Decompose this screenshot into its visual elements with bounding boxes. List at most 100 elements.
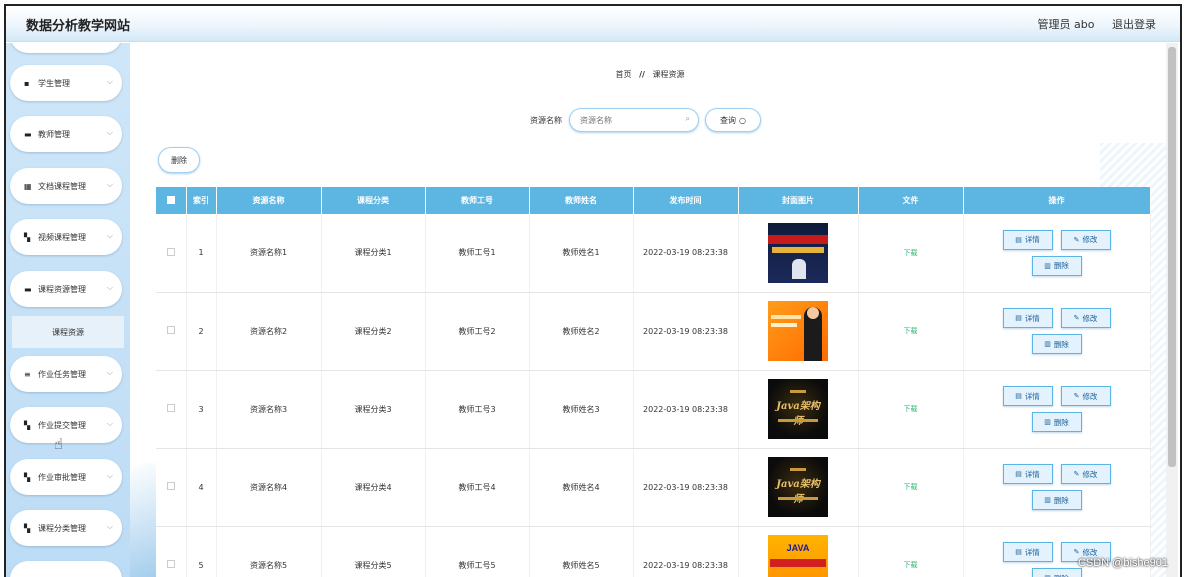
- delete-button[interactable]: ▥删除: [1031, 255, 1082, 276]
- sidebar-item-label: 课程资源管理: [38, 284, 86, 294]
- sidebar-item-teacher[interactable]: ▬ 教师管理 ⌵: [10, 116, 122, 152]
- sidebar-item-course-category[interactable]: ▚ 课程分类管理 ⌵: [10, 510, 122, 546]
- delete-button[interactable]: ▥删除: [1031, 412, 1082, 432]
- row-checkbox[interactable]: [166, 560, 175, 568]
- time-cell: 2022-03-19 08:23:38: [633, 448, 739, 527]
- cover-image[interactable]: Java架构师: [768, 379, 828, 439]
- edit-button[interactable]: ✎ 修改: [1060, 229, 1111, 250]
- row-checkbox[interactable]: [166, 247, 175, 256]
- chevron-down-icon: ⌵: [106, 283, 113, 292]
- edit-label: 修改: [1082, 391, 1098, 401]
- column-header: 索引: [186, 187, 217, 214]
- teacher-id-cell: 教师工号2: [425, 292, 530, 371]
- sidebar-item-assignment-submit[interactable]: ▚ 作业提交管理 ⌵: [10, 407, 122, 443]
- name-cell: 资源名称1: [216, 214, 322, 293]
- document-icon: ▤: [1015, 470, 1022, 478]
- row-checkbox-cell: [156, 448, 187, 527]
- app-window: 数据分析教学网站 管理员 abo 退出登录 ▪ 学生管理 ⌵ ▬ 教师管理 ⌵ …: [4, 4, 1182, 577]
- row-checkbox[interactable]: [166, 404, 175, 412]
- cover-image[interactable]: [768, 222, 828, 283]
- category-cell: 课程分类4: [321, 448, 426, 527]
- file-cell: 下载: [858, 448, 964, 527]
- download-link[interactable]: 下载: [904, 327, 918, 335]
- sidebar-item-partial[interactable]: [10, 43, 122, 53]
- column-header: 发布时间: [633, 187, 739, 214]
- edit-button[interactable]: ✎ 修改: [1060, 386, 1111, 406]
- table-row: 3 资源名称3 课程分类3 教师工号3 教师姓名3 2022-03-19 08:…: [156, 370, 1151, 449]
- row-checkbox[interactable]: [166, 482, 175, 490]
- sidebar-item-video-course[interactable]: ▚ 视频课程管理 ⌵: [10, 219, 122, 255]
- column-header: 教师工号: [425, 187, 530, 214]
- download-link[interactable]: 下载: [904, 249, 918, 257]
- document-icon: ▤: [1015, 392, 1022, 400]
- delete-button[interactable]: ▥删除: [1031, 490, 1082, 510]
- edit-button[interactable]: ✎ 修改: [1060, 308, 1111, 328]
- download-link[interactable]: 下载: [904, 483, 918, 491]
- scrollbar-thumb[interactable]: [1168, 47, 1176, 467]
- teacher-name-cell: 教师姓名2: [529, 292, 634, 371]
- delete-button[interactable]: ▥删除: [1031, 568, 1082, 577]
- admin-label: 管理员 abo: [1037, 18, 1095, 31]
- sidebar-item-assignment-task[interactable]: ≡ 作业任务管理 ⌵: [10, 356, 122, 392]
- vertical-scrollbar[interactable]: [1166, 43, 1178, 577]
- document-icon: ▤: [1015, 314, 1022, 322]
- pencil-icon: ✎: [1073, 314, 1080, 322]
- edit-label: 修改: [1082, 235, 1098, 245]
- edit-button[interactable]: ✎ 修改: [1060, 464, 1111, 484]
- detail-button[interactable]: ▤ 详情: [1002, 308, 1053, 328]
- edit-label: 修改: [1082, 547, 1098, 557]
- sidebar-item-doc-course[interactable]: ▦ 文档课程管理 ⌵: [10, 168, 122, 204]
- sidebar-item-assignment-approve[interactable]: ▚ 作业审批管理 ⌵: [10, 459, 122, 495]
- detail-button[interactable]: ▤ 详情: [1002, 542, 1053, 562]
- row-checkbox[interactable]: [166, 326, 175, 334]
- sidebar-subitem-course-resource[interactable]: 课程资源: [12, 316, 124, 348]
- cover-image[interactable]: [768, 301, 828, 361]
- name-cell: 资源名称5: [216, 526, 322, 577]
- delete-label: 删除: [1053, 261, 1069, 271]
- table-row: 4 资源名称4 课程分类4 教师工号4 教师姓名4 2022-03-19 08:…: [156, 448, 1151, 527]
- table-row: 5 资源名称5 课程分类5 教师工号5 教师姓名5 2022-03-19 08:…: [156, 526, 1151, 577]
- time-cell: 2022-03-19 08:23:38: [633, 214, 739, 293]
- apps-icon: ▚: [24, 232, 31, 242]
- sidebar-item-course-resource[interactable]: ▬ 课程资源管理 ⌵: [10, 271, 122, 307]
- apps-icon: ▚: [24, 523, 31, 533]
- row-checkbox-cell: [156, 214, 187, 293]
- time-cell: 2022-03-19 08:23:38: [633, 526, 739, 577]
- file-cell: 下载: [858, 292, 964, 371]
- watermark: CSDN @bishe901: [1077, 557, 1168, 569]
- breadcrumb-home[interactable]: 首页: [616, 70, 632, 79]
- sidebar-item-label: 视频课程管理: [38, 232, 86, 242]
- search-icon: ○: [739, 115, 746, 125]
- table-header-row: 索引 资源名称 课程分类 教师工号 教师姓名 发布时间 封面图片 文件 操作: [156, 187, 1151, 214]
- index-cell: 1: [186, 214, 217, 293]
- batch-delete-button[interactable]: 删除: [158, 147, 200, 173]
- row-checkbox-cell: [156, 370, 187, 449]
- query-button[interactable]: 查询 ○: [705, 108, 761, 132]
- detail-button[interactable]: ▤ 详情: [1002, 229, 1053, 250]
- detail-label: 详情: [1024, 547, 1040, 557]
- cover-cell: Java架构师: [738, 448, 859, 527]
- detail-button[interactable]: ▤ 详情: [1002, 386, 1053, 406]
- name-cell: 资源名称4: [216, 448, 322, 527]
- cover-image[interactable]: JAVA: [768, 535, 828, 577]
- briefcase-icon: ▬: [24, 129, 32, 139]
- download-link[interactable]: 下载: [904, 405, 918, 413]
- breadcrumb: 首页 // 课程资源: [130, 69, 1170, 80]
- cover-decoration: [778, 419, 818, 422]
- delete-label: 删除: [1053, 417, 1069, 427]
- select-all-checkbox[interactable]: [166, 195, 175, 204]
- sidebar-item-partial-bottom[interactable]: [10, 561, 122, 577]
- download-link[interactable]: 下载: [904, 561, 918, 569]
- cover-decoration: [790, 461, 806, 471]
- sidebar-item-student[interactable]: ▪ 学生管理 ⌵: [10, 65, 122, 101]
- search-input[interactable]: [569, 108, 699, 132]
- logout-link[interactable]: 退出登录: [1112, 18, 1156, 31]
- detail-button[interactable]: ▤ 详情: [1002, 464, 1053, 484]
- detail-label: 详情: [1024, 313, 1040, 323]
- file-cell: 下载: [858, 526, 964, 577]
- cover-decoration: [771, 323, 797, 327]
- delete-label: 删除: [1053, 339, 1069, 349]
- cover-image[interactable]: Java架构师: [768, 457, 828, 517]
- sidebar-item-label: 作业审批管理: [38, 472, 86, 482]
- delete-button[interactable]: ▥删除: [1031, 334, 1082, 354]
